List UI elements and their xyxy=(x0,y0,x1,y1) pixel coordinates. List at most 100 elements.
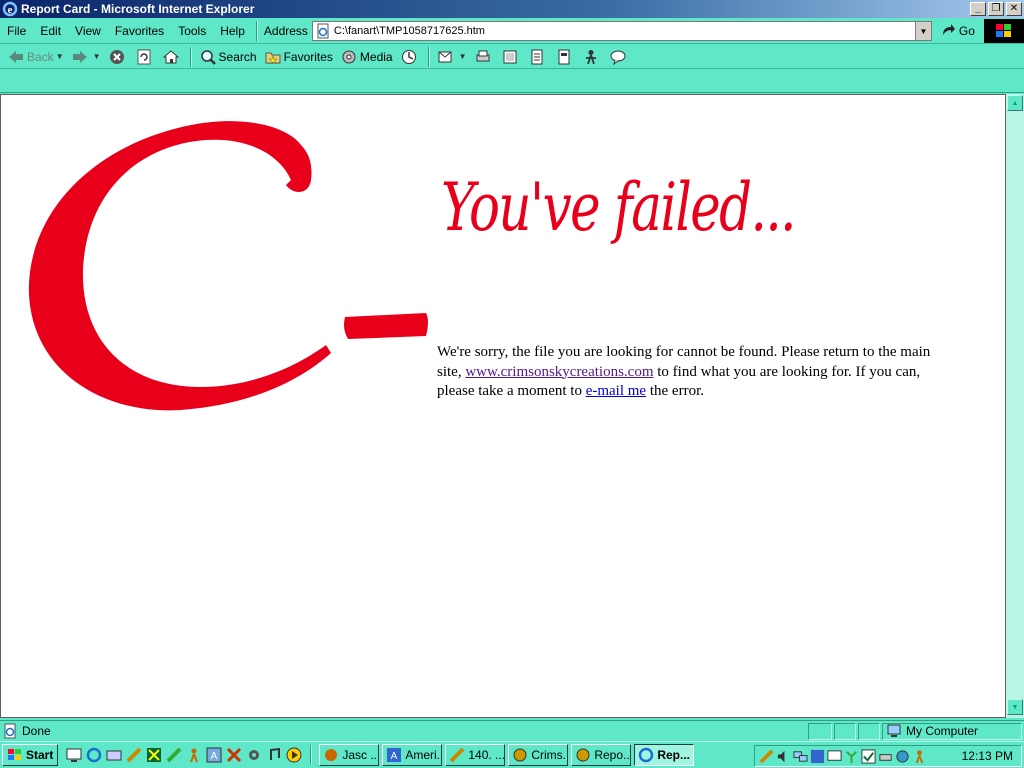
status-text: Done xyxy=(22,724,51,738)
jasc-icon xyxy=(325,749,338,761)
page-icon xyxy=(317,23,329,39)
links-bar xyxy=(0,70,1024,93)
discuss-button[interactable] xyxy=(525,49,552,65)
ie-task-icon xyxy=(639,747,654,763)
vertical-scrollbar[interactable]: ▲ ▼ xyxy=(1006,94,1024,718)
messenger-button[interactable] xyxy=(579,49,606,65)
svg-text:e: e xyxy=(8,4,13,16)
menu-view[interactable]: View xyxy=(68,24,108,38)
email-link[interactable]: e-mail me xyxy=(586,383,646,399)
address-dropdown-icon[interactable]: ▼ xyxy=(914,22,931,40)
messenger-person-icon xyxy=(585,49,596,64)
media-button[interactable]: Media xyxy=(337,49,397,65)
task-button-jasc[interactable]: Jasc ... xyxy=(319,744,380,766)
play-icon[interactable] xyxy=(286,747,302,763)
forward-dropdown-icon[interactable]: ▼ xyxy=(93,52,101,61)
page-done-icon xyxy=(4,723,16,739)
tray-winamp-icon[interactable] xyxy=(759,749,774,764)
tool-icon[interactable] xyxy=(226,747,242,763)
failure-headline: You've failed... xyxy=(441,169,797,246)
task-button-report-card-active[interactable]: Rep... xyxy=(634,744,695,766)
tray-speaker-icon[interactable] xyxy=(776,749,791,764)
refresh-button[interactable] xyxy=(132,49,159,65)
start-button[interactable]: Start xyxy=(2,744,59,766)
tray-plant-icon[interactable] xyxy=(844,749,859,764)
chat-bubble-icon xyxy=(610,50,626,65)
address-bar[interactable]: C:\fanart\TMP1058717625.htm ▼ xyxy=(311,21,932,41)
site-link[interactable]: www.crimsonskycreations.com xyxy=(465,364,653,380)
app-green-icon[interactable] xyxy=(146,747,162,763)
menu-edit[interactable]: Edit xyxy=(33,24,68,38)
task-label: Jasc ... xyxy=(342,748,380,762)
scroll-up-arrow-icon[interactable]: ▲ xyxy=(1007,95,1023,111)
tray-printer-icon[interactable] xyxy=(878,749,893,764)
dc-icon[interactable] xyxy=(166,747,182,763)
print-button[interactable] xyxy=(471,49,498,65)
home-button[interactable] xyxy=(159,49,186,65)
restore-button[interactable]: ❐ xyxy=(988,2,1004,16)
winamp-task-icon xyxy=(449,747,465,763)
favorites-button[interactable]: Favorites xyxy=(261,49,337,65)
tray-network-icon[interactable] xyxy=(793,749,808,764)
favorites-folder-icon xyxy=(265,52,281,65)
status-privacy-cell xyxy=(858,722,880,740)
clock: 12:13 PM xyxy=(961,749,1013,763)
gear-icon[interactable] xyxy=(246,747,262,763)
message-text: the error. xyxy=(646,383,704,399)
menu-help[interactable]: Help xyxy=(213,24,252,38)
search-label: Search xyxy=(218,49,257,64)
status-security-cell xyxy=(834,722,856,740)
task-label: Crims... xyxy=(531,748,567,762)
paint-icon[interactable]: A xyxy=(206,747,222,763)
system-tray: 12:13 PM xyxy=(754,745,1022,767)
ie-task-icon xyxy=(576,748,590,762)
windows-logo-icon xyxy=(984,19,1024,43)
go-label: Go xyxy=(958,24,975,38)
svg-text:A: A xyxy=(211,751,218,762)
toolbar-separator xyxy=(427,46,430,67)
back-label: Back xyxy=(27,49,54,64)
minimize-button[interactable]: _ xyxy=(970,2,986,16)
task-button-140[interactable]: 140. ... xyxy=(445,744,506,766)
edit-button[interactable] xyxy=(498,49,525,65)
address-input[interactable]: C:\fanart\TMP1058717625.htm xyxy=(334,25,915,37)
outlook-icon[interactable] xyxy=(106,747,122,763)
stop-button[interactable] xyxy=(105,49,132,65)
back-button[interactable]: Back ▼ xyxy=(4,50,68,64)
security-zone-label: My Computer xyxy=(906,724,979,738)
ie-quicklaunch-icon[interactable] xyxy=(86,747,102,763)
winamp-icon[interactable] xyxy=(126,747,142,763)
tray-app-icon[interactable] xyxy=(810,749,825,764)
refresh-icon xyxy=(137,49,151,64)
menu-favorites[interactable]: Favorites xyxy=(108,24,171,38)
research-button[interactable] xyxy=(552,49,579,65)
chat-button[interactable] xyxy=(606,49,633,65)
mail-icon xyxy=(438,51,452,62)
search-button[interactable]: Search xyxy=(196,49,261,65)
close-button[interactable]: ✕ xyxy=(1006,2,1022,16)
menu-file[interactable]: File xyxy=(0,24,33,38)
forward-button[interactable]: ▼ xyxy=(68,50,105,64)
address-label: Address xyxy=(263,24,308,38)
msn-icon[interactable] xyxy=(186,747,202,763)
title-bar: e Report Card - Microsoft Internet Explo… xyxy=(0,0,1024,18)
history-button[interactable] xyxy=(397,49,424,65)
task-button-repo[interactable]: Repo... xyxy=(571,744,632,766)
mail-dropdown-icon[interactable]: ▼ xyxy=(459,52,467,61)
tray-person-icon[interactable] xyxy=(912,749,927,764)
back-dropdown-icon[interactable]: ▼ xyxy=(56,52,64,61)
music-icon[interactable] xyxy=(266,747,282,763)
desktop-icon[interactable] xyxy=(66,747,82,763)
grade-c-minus-graphic: C- xyxy=(28,121,428,411)
security-zone: My Computer xyxy=(882,722,1022,740)
mail-button[interactable]: ▼ xyxy=(434,49,471,65)
menu-tools[interactable]: Tools xyxy=(171,24,213,38)
task-button-crims[interactable]: Crims... xyxy=(508,744,569,766)
go-button[interactable]: Go xyxy=(940,23,975,39)
tray-monitor-icon[interactable] xyxy=(827,749,842,764)
tray-check-icon[interactable] xyxy=(861,748,876,764)
scroll-down-arrow-icon[interactable]: ▼ xyxy=(1007,699,1023,715)
tray-globe-icon[interactable] xyxy=(895,749,910,764)
print-icon xyxy=(476,50,490,61)
task-button-ameri[interactable]: A Ameri... xyxy=(382,744,443,766)
